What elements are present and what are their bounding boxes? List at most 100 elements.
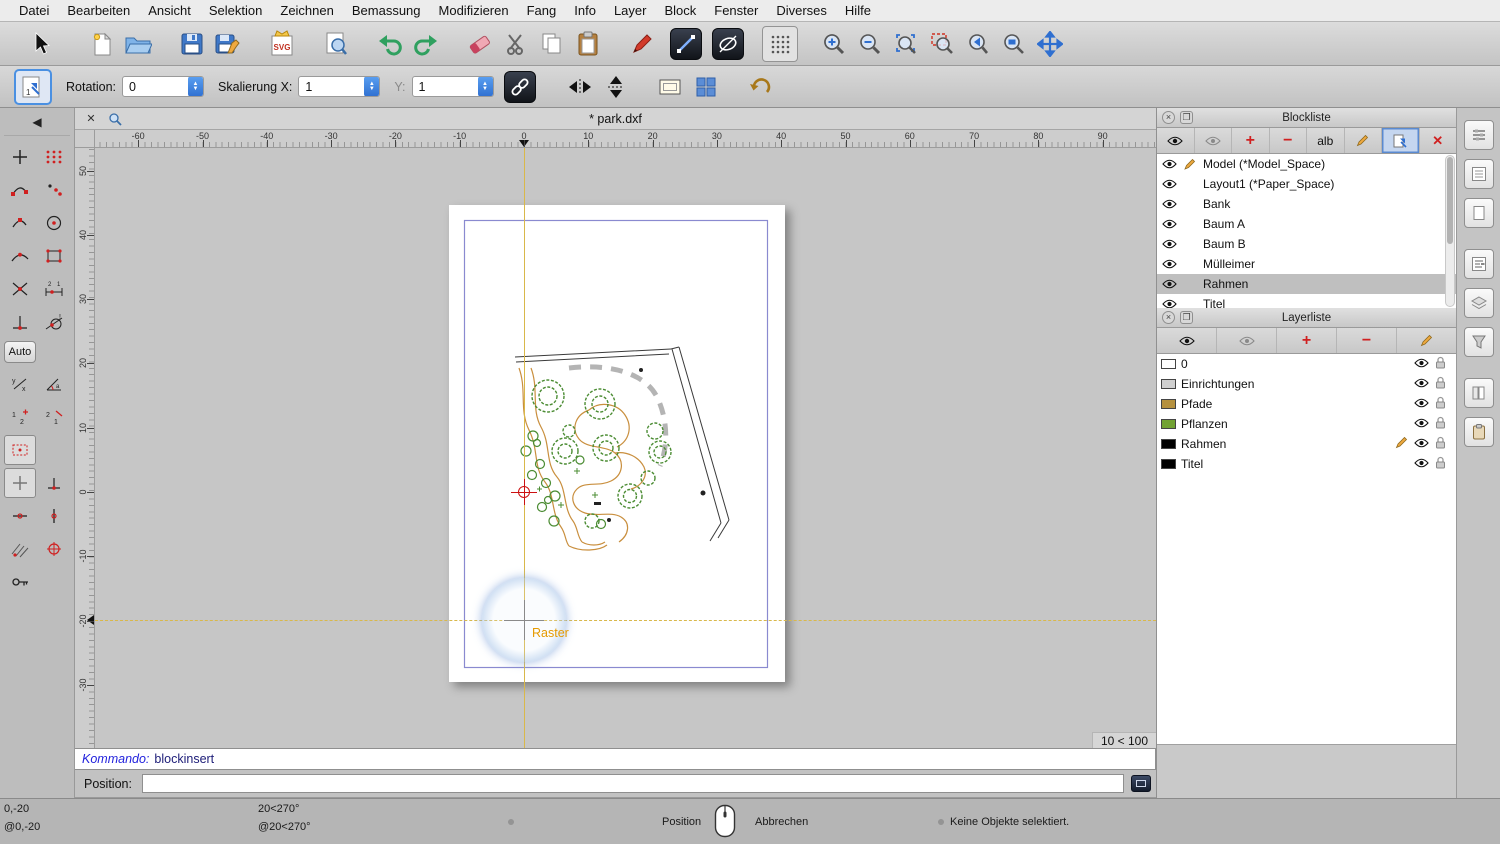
snap-coordinate-polar-icon[interactable]: 21: [39, 402, 71, 432]
block-visible-icon[interactable]: [1161, 299, 1177, 308]
new-file-icon[interactable]: [84, 26, 120, 62]
zoom-out-icon[interactable]: [852, 26, 888, 62]
previous-view-icon[interactable]: [960, 26, 996, 62]
hide-all-layers-icon[interactable]: [1217, 328, 1277, 353]
lock-relative-zero-icon[interactable]: [4, 567, 36, 597]
menu-ansicht[interactable]: Ansicht: [139, 3, 200, 18]
restrict-orthogonal-icon[interactable]: [39, 468, 70, 498]
menu-hilfe[interactable]: Hilfe: [836, 3, 880, 18]
menu-modifizieren[interactable]: Modifizieren: [430, 3, 518, 18]
scale-y-value[interactable]: 1: [413, 80, 478, 94]
menu-bemassung[interactable]: Bemassung: [343, 3, 430, 18]
restrict-horizontal-icon[interactable]: [4, 501, 36, 531]
block-list-close-icon[interactable]: ×: [1162, 111, 1175, 124]
block-visible-icon[interactable]: [1161, 179, 1177, 189]
clipboard-panel-icon[interactable]: [1463, 417, 1494, 447]
block-list-scrollbar[interactable]: [1445, 155, 1455, 307]
block-row[interactable]: Layout1 (*Paper_Space): [1157, 174, 1456, 194]
copy-icon[interactable]: [534, 26, 570, 62]
layer-row[interactable]: 0: [1157, 354, 1456, 374]
toolbox-back-button[interactable]: ◀: [4, 108, 70, 136]
snap-grid-icon[interactable]: [39, 142, 71, 172]
scale-x-stepper[interactable]: 1 ▲ ▼: [298, 76, 381, 97]
block-list-float-icon[interactable]: ❐: [1180, 111, 1193, 124]
layer-lock-icon[interactable]: [1435, 396, 1446, 412]
save-as-icon[interactable]: [210, 26, 246, 62]
snap-perpendicular-icon[interactable]: [4, 307, 36, 337]
show-all-layers-icon[interactable]: [1157, 328, 1217, 353]
cut-icon[interactable]: [498, 26, 534, 62]
command-line[interactable]: Kommando: blockinsert: [75, 748, 1156, 770]
layer-visible-icon[interactable]: [1414, 377, 1429, 391]
layer-row[interactable]: Pflanzen: [1157, 414, 1456, 434]
draw-ellipse-icon[interactable]: [712, 27, 744, 60]
layer-lock-icon[interactable]: [1435, 416, 1446, 432]
undo-icon[interactable]: [372, 26, 408, 62]
rotation-value[interactable]: 0: [123, 80, 188, 94]
property-editor-panel-icon[interactable]: [1463, 120, 1494, 150]
block-row[interactable]: Titel: [1157, 294, 1456, 308]
layer-lock-icon[interactable]: [1435, 376, 1446, 392]
snap-middle-icon[interactable]: [4, 208, 36, 238]
menu-datei[interactable]: Datei: [10, 3, 58, 18]
insert-block-icon[interactable]: [1382, 128, 1420, 153]
menu-fenster[interactable]: Fenster: [705, 3, 767, 18]
restrict-x-icon[interactable]: yx: [4, 369, 36, 399]
layer-list-float-icon[interactable]: ❐: [1180, 311, 1193, 324]
drawing-canvas[interactable]: Raster 10 < 100: [95, 148, 1156, 748]
block-visible-icon[interactable]: [1161, 259, 1177, 269]
insert-block-tool-button[interactable]: 1: [14, 68, 52, 105]
library-browser-panel-icon[interactable]: [1463, 378, 1494, 408]
layer-list-panel-icon[interactable]: [1463, 288, 1494, 318]
snap-coordinate-icon[interactable]: 12: [4, 402, 36, 432]
draw-line-icon[interactable]: [670, 27, 702, 60]
layer-lock-icon[interactable]: [1435, 356, 1446, 372]
scale-x-stepper-buttons[interactable]: ▲ ▼: [364, 77, 380, 96]
menu-block[interactable]: Block: [655, 3, 705, 18]
remove-layer-icon[interactable]: −: [1337, 328, 1397, 353]
block-row[interactable]: Mülleimer: [1157, 254, 1456, 274]
layer-lock-icon[interactable]: [1435, 436, 1446, 452]
menu-bearbeiten[interactable]: Bearbeiten: [58, 3, 139, 18]
layer-lock-icon[interactable]: [1435, 456, 1446, 472]
add-block-icon[interactable]: +: [1232, 128, 1270, 153]
snap-reference-icon[interactable]: [39, 241, 71, 271]
remove-block-icon[interactable]: −: [1270, 128, 1307, 153]
layer-row[interactable]: Einrichtungen: [1157, 374, 1456, 394]
block-row[interactable]: Baum A: [1157, 214, 1456, 234]
snap-intersection-icon[interactable]: [4, 274, 36, 304]
block-visible-icon[interactable]: [1161, 199, 1177, 209]
close-document-icon[interactable]: ✕: [83, 111, 99, 127]
block-visible-icon[interactable]: [1161, 239, 1177, 249]
selection-filter-panel-icon[interactable]: [1463, 327, 1494, 357]
menu-layer[interactable]: Layer: [605, 3, 656, 18]
add-layer-icon[interactable]: +: [1277, 328, 1337, 353]
snap-free-icon[interactable]: [4, 142, 36, 172]
pan-icon[interactable]: [1032, 26, 1068, 62]
menu-zeichnen[interactable]: Zeichnen: [271, 3, 342, 18]
snap-dimension-icon[interactable]: [4, 435, 36, 465]
flip-vertical-icon[interactable]: [598, 69, 634, 105]
redo-icon[interactable]: [408, 26, 444, 62]
frame-option-icon[interactable]: [652, 69, 688, 105]
revert-transform-icon[interactable]: [742, 69, 778, 105]
position-input[interactable]: [141, 774, 1124, 793]
scale-x-value[interactable]: 1: [299, 80, 364, 94]
layer-visible-icon[interactable]: [1414, 397, 1429, 411]
edit-layer-icon[interactable]: [1397, 328, 1456, 353]
draw-pen-icon[interactable]: [624, 26, 660, 62]
layer-visible-icon[interactable]: [1414, 457, 1429, 471]
eraser-icon[interactable]: [462, 26, 498, 62]
snap-endpoint-icon[interactable]: [4, 175, 36, 205]
rotation-stepper-buttons[interactable]: ▲ ▼: [188, 77, 204, 96]
scale-y-stepper-buttons[interactable]: ▲ ▼: [477, 77, 493, 96]
restrict-off-icon[interactable]: [4, 468, 36, 498]
layer-row-current[interactable]: Rahmen: [1157, 434, 1456, 454]
snap-distance-icon[interactable]: 21: [39, 274, 71, 304]
hide-all-blocks-icon[interactable]: [1195, 128, 1232, 153]
array-insert-icon[interactable]: [688, 69, 724, 105]
block-list-panel-icon[interactable]: [1463, 249, 1494, 279]
edit-block-icon[interactable]: [1345, 128, 1382, 153]
svg-export-icon[interactable]: SVG: [264, 26, 300, 62]
paste-icon[interactable]: [570, 26, 606, 62]
